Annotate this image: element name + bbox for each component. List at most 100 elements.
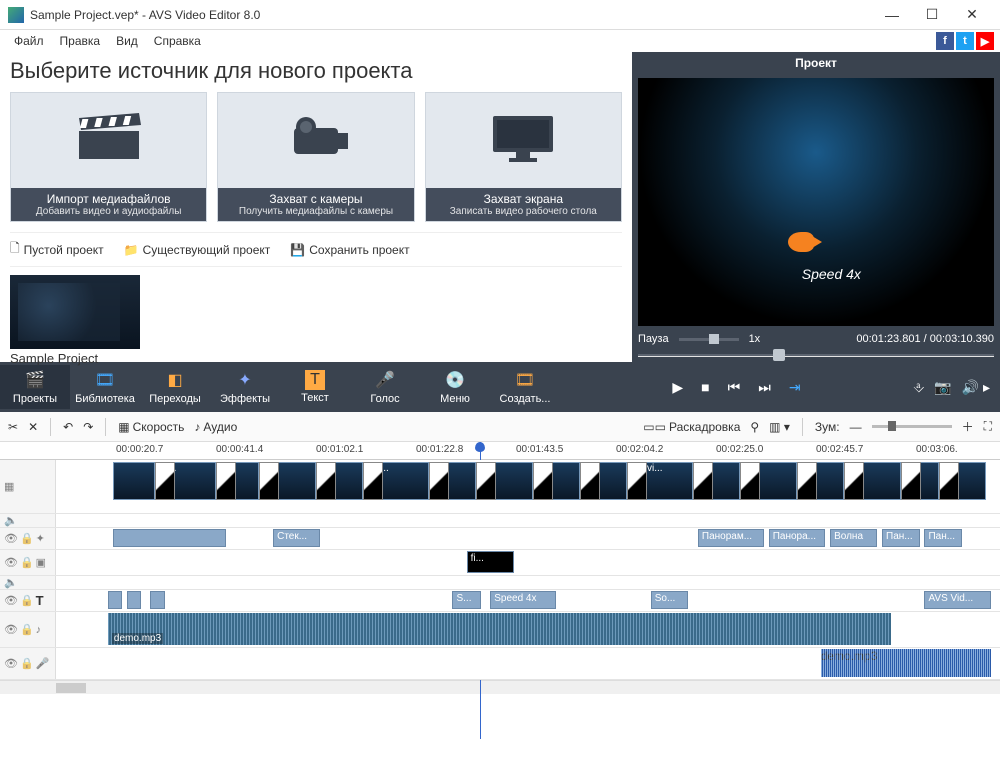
zoom-in-button[interactable]: ＋ bbox=[962, 418, 974, 435]
minimize-button[interactable]: — bbox=[872, 1, 912, 29]
text-clip[interactable]: AVS Vid... bbox=[924, 591, 990, 609]
existing-project-button[interactable]: 📁Существующий проект bbox=[124, 239, 271, 260]
delete-button[interactable]: ✕ bbox=[28, 420, 38, 434]
prev-button[interactable]: ⏮ bbox=[728, 379, 741, 396]
transition-clip[interactable] bbox=[693, 462, 713, 500]
preview-video[interactable]: Speed 4x bbox=[638, 78, 994, 326]
transition-clip[interactable] bbox=[740, 462, 760, 500]
nav-projects[interactable]: 🎬Проекты bbox=[0, 365, 70, 409]
twitter-icon[interactable]: t bbox=[956, 32, 974, 50]
cut-button[interactable]: ✂ bbox=[8, 420, 18, 434]
close-button[interactable]: ✕ bbox=[952, 1, 992, 29]
text-track-body[interactable]: S...Speed 4xSo...AVS Vid... bbox=[56, 590, 1000, 611]
snapshot-button[interactable]: 📷 bbox=[934, 379, 951, 396]
transition-clip[interactable] bbox=[901, 462, 921, 500]
lock-icon[interactable]: 🔒 bbox=[20, 594, 34, 607]
nav-effects[interactable]: ✦Эффекты bbox=[210, 365, 280, 409]
menu-edit[interactable]: Правка bbox=[52, 32, 109, 50]
fit-button[interactable]: ⛶ bbox=[984, 419, 992, 434]
zoom-out-button[interactable]: — bbox=[850, 420, 862, 434]
effects-track-body[interactable]: Стек... Панорам... Панора...Волна Пан...Пан… bbox=[56, 528, 1000, 549]
transition-clip[interactable] bbox=[627, 462, 647, 500]
nav-voice[interactable]: 🎤Голос bbox=[350, 365, 420, 409]
menu-view[interactable]: Вид bbox=[108, 32, 146, 50]
text-clip[interactable] bbox=[127, 591, 141, 609]
transition-clip[interactable] bbox=[363, 462, 383, 500]
transition-clip[interactable] bbox=[580, 462, 600, 500]
speed-button[interactable]: ▦Скорость bbox=[118, 420, 184, 434]
zoom-slider[interactable] bbox=[872, 425, 952, 428]
time-ruler[interactable]: 00:00:20.700:00:41.400:01:02.100:01:22.8… bbox=[0, 442, 1000, 460]
speaker-icon[interactable]: 🔈 bbox=[4, 576, 18, 589]
mic-track-body[interactable]: demo.mp3 bbox=[56, 648, 1000, 679]
stop-button[interactable]: ■ bbox=[701, 379, 709, 395]
text-clip[interactable]: S... bbox=[452, 591, 480, 609]
lock-icon[interactable]: 🔒 bbox=[20, 657, 34, 670]
effect-clip[interactable]: Стек... bbox=[273, 529, 320, 547]
transition-clip[interactable] bbox=[429, 462, 449, 500]
nav-menu[interactable]: 💿Меню bbox=[420, 365, 490, 409]
eye-icon[interactable]: 👁 bbox=[4, 657, 18, 670]
eye-icon[interactable]: 👁 bbox=[4, 556, 18, 569]
transition-clip[interactable] bbox=[533, 462, 553, 500]
effect-clip[interactable]: Панорам... bbox=[698, 529, 764, 547]
project-thumbnail[interactable]: Sample Project bbox=[10, 275, 140, 366]
transition-clip[interactable] bbox=[844, 462, 864, 500]
facebook-icon[interactable]: f bbox=[936, 32, 954, 50]
transition-clip[interactable] bbox=[316, 462, 336, 500]
text-clip[interactable]: Speed 4x bbox=[490, 591, 556, 609]
nav-text[interactable]: TТекст bbox=[280, 366, 350, 408]
redo-button[interactable]: ↷ bbox=[83, 420, 93, 434]
effect-clip[interactable]: Волна bbox=[830, 529, 877, 547]
volume-button[interactable]: 🔊 ▸ bbox=[962, 379, 990, 396]
play-button[interactable]: ▶ bbox=[672, 379, 683, 396]
nav-library[interactable]: 🎞Библиотека bbox=[70, 365, 140, 409]
lock-icon[interactable]: 🔒 bbox=[20, 623, 34, 636]
effect-clip[interactable] bbox=[113, 529, 226, 547]
split-button[interactable]: ⎀ bbox=[913, 379, 924, 396]
import-media-card[interactable]: Импорт медиафайловДобавить видео и аудио… bbox=[10, 92, 207, 222]
eye-icon[interactable]: 👁 bbox=[4, 623, 18, 636]
text-clip[interactable] bbox=[108, 591, 122, 609]
effect-clip[interactable]: Пан... bbox=[882, 529, 920, 547]
save-project-button[interactable]: 💾Сохранить проект bbox=[290, 239, 409, 260]
undo-button[interactable]: ↶ bbox=[63, 420, 73, 434]
video-track-body[interactable]: D...D...Divi... bbox=[56, 460, 1000, 513]
maximize-button[interactable]: ☐ bbox=[912, 1, 952, 29]
next-button[interactable]: ⏭ bbox=[758, 379, 771, 396]
nav-transitions[interactable]: ◧Переходы bbox=[140, 365, 210, 409]
menu-help[interactable]: Справка bbox=[146, 32, 209, 50]
overlay-track-body[interactable]: fi... bbox=[56, 550, 1000, 575]
speed-slider[interactable] bbox=[679, 338, 739, 341]
overlay-clip[interactable]: fi... bbox=[467, 551, 514, 573]
audio-button[interactable]: ♪Аудио bbox=[194, 420, 237, 434]
nav-create[interactable]: 🎞Создать... bbox=[490, 365, 560, 409]
transition-clip[interactable] bbox=[216, 462, 236, 500]
storyboard-button[interactable]: ▭▭Раскадровка bbox=[643, 420, 740, 434]
transition-clip[interactable] bbox=[797, 462, 817, 500]
video-clip[interactable] bbox=[113, 462, 155, 500]
audio-track-body[interactable]: demo.mp3 bbox=[56, 612, 1000, 647]
transition-clip[interactable] bbox=[155, 462, 175, 500]
transition-clip[interactable] bbox=[259, 462, 279, 500]
layout-button[interactable]: ▥ ▾ bbox=[769, 420, 790, 434]
text-clip[interactable] bbox=[150, 591, 164, 609]
transition-clip[interactable] bbox=[939, 462, 959, 500]
empty-project-button[interactable]: 🗋Пустой проект bbox=[10, 239, 104, 260]
effect-clip[interactable]: Пан... bbox=[924, 529, 962, 547]
transition-clip[interactable] bbox=[476, 462, 496, 500]
lock-icon[interactable]: 🔒 bbox=[20, 556, 34, 569]
menu-file[interactable]: Файл bbox=[6, 32, 52, 50]
effect-clip[interactable]: Панора... bbox=[769, 529, 826, 547]
eye-icon[interactable]: 👁 bbox=[4, 594, 18, 607]
horizontal-scrollbar[interactable] bbox=[0, 680, 1000, 694]
youtube-icon[interactable]: ▶ bbox=[976, 32, 994, 50]
step-button[interactable]: ⇥ bbox=[789, 379, 801, 396]
eye-icon[interactable]: 👁 bbox=[4, 532, 18, 545]
speaker-icon[interactable]: 🔈 bbox=[4, 514, 18, 527]
mixer-button[interactable]: ⚲ bbox=[750, 420, 759, 434]
audio-clip[interactable]: demo.mp3 bbox=[108, 613, 892, 645]
lock-icon[interactable]: 🔒 bbox=[20, 532, 34, 545]
seek-bar[interactable] bbox=[638, 348, 994, 362]
mic-clip[interactable]: demo.mp3 bbox=[821, 649, 991, 677]
